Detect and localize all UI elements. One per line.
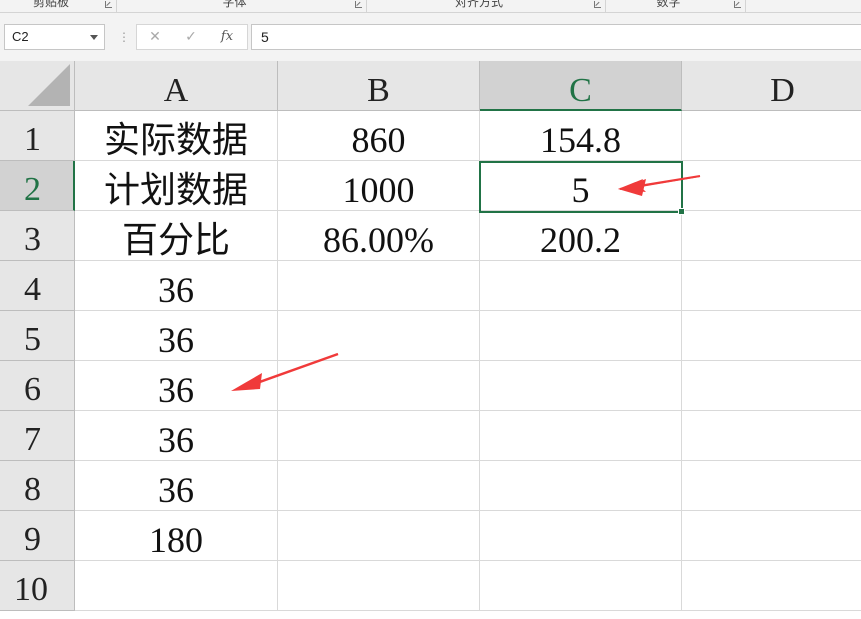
annotation-arrow-icon — [618, 175, 701, 196]
close-icon[interactable]: ✕ — [145, 28, 165, 46]
ribbon-group-alignment: 对齐方式 — [367, 0, 606, 12]
ribbon-group-strip: 剪贴板 字体 对齐方式 数字 — [0, 0, 861, 13]
ribbon-group-clipboard: 剪贴板 — [0, 0, 117, 12]
dialog-launcher-icon[interactable] — [594, 1, 601, 8]
ribbon-group-font: 字体 — [117, 0, 367, 12]
ribbon-group-label: 字体 — [222, 0, 247, 9]
formula-bar-grip-icon: ⋮ — [118, 30, 130, 44]
annotation-arrows — [231, 175, 701, 391]
formula-input[interactable]: 5 — [251, 24, 861, 50]
ribbon-group-label: 对齐方式 — [454, 0, 503, 9]
dialog-launcher-icon[interactable] — [355, 1, 362, 8]
insert-function-button[interactable]: fx — [217, 28, 237, 46]
formula-value: 5 — [261, 29, 269, 45]
name-box[interactable]: C2 — [4, 24, 105, 50]
spreadsheet-grid: A B C D 1 2 3 4 5 6 7 8 9 10 实际数据 860 15… — [0, 61, 861, 611]
annotation-arrow-icon — [231, 352, 339, 391]
dialog-launcher-icon[interactable] — [105, 1, 112, 8]
dialog-launcher-icon[interactable] — [734, 1, 741, 8]
name-box-value: C2 — [12, 29, 29, 44]
check-icon[interactable]: ✓ — [181, 28, 201, 46]
formula-bar: C2 ⋮ ✕ ✓ fx 5 — [0, 13, 861, 61]
chevron-down-icon[interactable] — [90, 35, 98, 40]
ribbon-group-number: 数字 — [606, 0, 746, 12]
formula-buttons: ✕ ✓ fx — [136, 24, 248, 50]
ribbon-group-label: 剪贴板 — [32, 0, 69, 9]
ribbon-group-label: 数字 — [656, 0, 681, 9]
